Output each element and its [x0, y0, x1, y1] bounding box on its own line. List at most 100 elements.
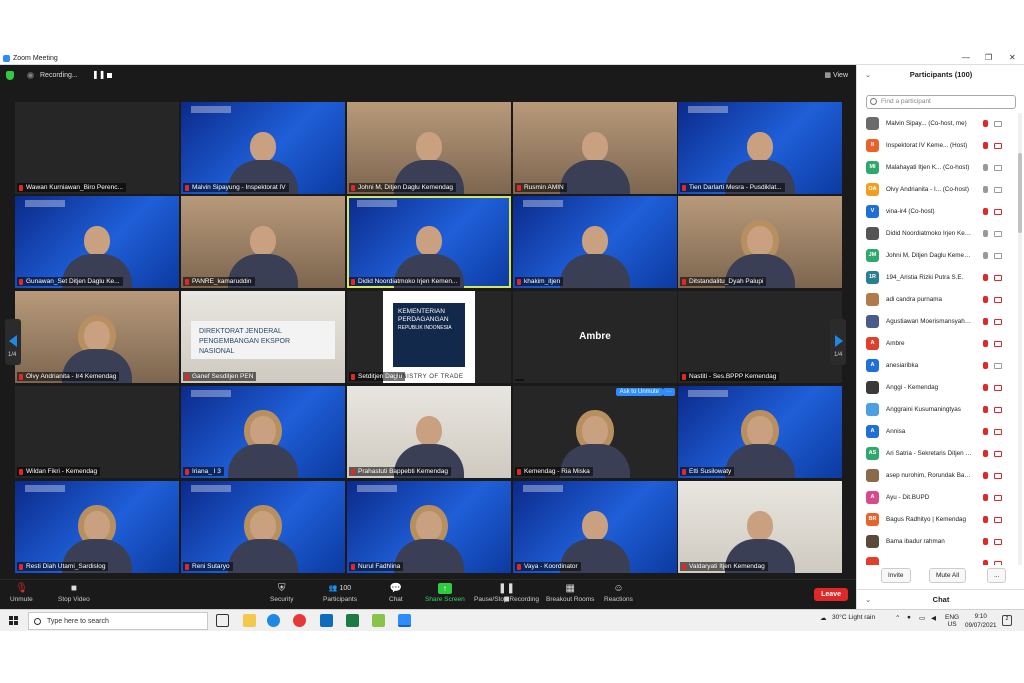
- video-tile[interactable]: Prahastuti Bappebti Kemendag: [347, 386, 511, 478]
- video-tile[interactable]: khakim_itjen: [513, 196, 677, 288]
- video-tile[interactable]: Tien Darlarti Mesra - Pusdiklat...: [678, 102, 842, 194]
- more-options-button[interactable]: ...: [987, 568, 1007, 583]
- participant-row[interactable]: Anggi - Kemendag: [857, 377, 1017, 399]
- network-icon[interactable]: ▭: [919, 614, 925, 622]
- participant-row[interactable]: MI Malahayati Itjen K... (Co-host): [857, 157, 1017, 179]
- video-tile[interactable]: Wawan Kurniawan_Biro Perenc...: [15, 102, 179, 194]
- stop-recording-icon[interactable]: [107, 73, 112, 78]
- close-icon[interactable]: ✕: [1009, 53, 1016, 62]
- video-tile[interactable]: Nurul Fadhlina: [347, 481, 511, 573]
- participants-button[interactable]: 👥 100 Participants: [323, 583, 357, 603]
- video-tile[interactable]: Reni Sutaryo: [181, 481, 345, 573]
- video-tile[interactable]: Rusmin AMIN: [513, 102, 677, 194]
- participant-row[interactable]: BR Bagus Radhityo | Kemendag: [857, 509, 1017, 531]
- participant-row[interactable]: Vvina-ir4 (Co-host): [857, 201, 1017, 223]
- participant-row[interactable]: asep nurohim, Rorundak Bappe...: [857, 465, 1017, 487]
- video-tile[interactable]: Nastiti - Ses.BPPP Kemendag: [678, 291, 842, 383]
- video-tile[interactable]: Resti Diah Utami_Sardislog: [15, 481, 179, 573]
- mic-muted-icon: [983, 472, 988, 479]
- shield-icon[interactable]: [6, 71, 14, 80]
- video-tile[interactable]: Gunawan_Set Ditjen Daglu Ke...: [15, 196, 179, 288]
- video-tile[interactable]: Ambre: [513, 291, 677, 383]
- mic-tray-icon[interactable]: ●: [907, 614, 911, 621]
- volume-icon[interactable]: ◀: [931, 614, 936, 622]
- mute-all-button[interactable]: Mute All: [929, 568, 967, 583]
- windows-start-icon[interactable]: [9, 616, 19, 626]
- language-indicator[interactable]: ENG US: [945, 614, 959, 628]
- video-tile[interactable]: Vaya - Koordinator: [513, 481, 677, 573]
- participant-video: [560, 132, 630, 194]
- scrollbar-thumb[interactable]: [1018, 153, 1022, 233]
- video-tile[interactable]: Ditstandalitu_Dyah Palupi: [678, 196, 842, 288]
- view-button[interactable]: ▦ View: [824, 71, 848, 79]
- task-view-icon[interactable]: [216, 614, 229, 627]
- video-tile[interactable]: Olvy Andrianita - Ir4 Kemendag: [15, 291, 179, 383]
- stop-video-button[interactable]: ■ Stop Video: [58, 583, 90, 603]
- next-page-button[interactable]: [830, 319, 846, 365]
- participant-row[interactable]: A Ayu - Dit.BUPD: [857, 487, 1017, 509]
- participant-row[interactable]: adi candra purnama: [857, 289, 1017, 311]
- video-tile[interactable]: Johni M, Ditjen Daglu Kemendag: [347, 102, 511, 194]
- taskbar-search-input[interactable]: Type here to search: [28, 612, 208, 630]
- participant-name: Annisa: [886, 428, 906, 435]
- view-label: View: [832, 72, 848, 79]
- participant-row[interactable]: AS Ari Satria - Sekretaris Ditjen PPI: [857, 443, 1017, 465]
- video-tile[interactable]: Ask to Unmute ··· Kemendag - Ria Miska: [513, 386, 677, 478]
- tile-name-label: Ganef Sesditjen PEN: [183, 372, 257, 381]
- chat-button[interactable]: 💬 Chat: [389, 583, 403, 603]
- ask-to-unmute-button[interactable]: Ask to Unmute: [615, 388, 663, 396]
- video-tile[interactable]: Iriana_ I 3: [181, 386, 345, 478]
- participant-row[interactable]: [857, 553, 1017, 565]
- unmute-button[interactable]: 🎙 Unmute: [10, 583, 33, 603]
- participant-row[interactable]: Agustiawan Moerismansyah Dit...: [857, 311, 1017, 333]
- pause-recording-icon[interactable]: ❚❚: [92, 70, 105, 79]
- zoom-taskbar-icon[interactable]: [398, 614, 411, 627]
- participant-row[interactable]: Malvin Sipay... (Co-host, me): [857, 113, 1017, 135]
- video-tile[interactable]: Etti Susilowaty: [678, 386, 842, 478]
- participant-row[interactable]: Bama ibadur rahman: [857, 531, 1017, 553]
- breakout-rooms-button[interactable]: ▦ Breakout Rooms: [546, 583, 594, 603]
- excel-icon[interactable]: [346, 614, 359, 627]
- leave-button[interactable]: Leave: [814, 588, 848, 601]
- participant-search-input[interactable]: Find a participant: [866, 95, 1016, 109]
- file-explorer-icon[interactable]: [243, 614, 256, 627]
- share-screen-button[interactable]: ↑ Share Screen: [425, 583, 465, 603]
- participant-name: Anggraini Kusumaningtyas: [886, 406, 961, 413]
- tile-more-button[interactable]: ···: [663, 388, 675, 396]
- video-tile[interactable]: Malvin Sipayung - Inspektorat IV: [181, 102, 345, 194]
- video-tile[interactable]: Valdaryati Itjen Kemendag: [678, 481, 842, 573]
- video-tile[interactable]: PANRE_kamaruddin: [181, 196, 345, 288]
- video-tile[interactable]: Didid Noordiatmoko Irjen Kemen...: [347, 196, 511, 288]
- video-tile[interactable]: DIREKTORAT JENDERAL PENGEMBANGAN EKSPOR …: [181, 291, 345, 383]
- reactions-button[interactable]: ☺ Reactions: [604, 583, 633, 603]
- participant-row[interactable]: A Annisa: [857, 421, 1017, 443]
- participant-row[interactable]: Anggraini Kusumaningtyas: [857, 399, 1017, 421]
- video-tile[interactable]: KEMENTERIAN PERDAGANGAN REPUBLIK INDONESIA…: [347, 291, 511, 383]
- video-tile[interactable]: Wildan Fikri - Kemendag: [15, 386, 179, 478]
- mail-icon[interactable]: [320, 614, 333, 627]
- chrome-browser-icon[interactable]: [293, 614, 306, 627]
- participant-row[interactable]: JM Johni M, Ditjen Daglu Kemendag: [857, 245, 1017, 267]
- edge-browser-icon[interactable]: [267, 614, 280, 627]
- participant-row[interactable]: 1R 194_Aristia Rizki Putra S.E.: [857, 267, 1017, 289]
- minimize-icon[interactable]: —: [962, 53, 970, 62]
- participant-row[interactable]: OA Olvy Andrianita - I... (Co-host): [857, 179, 1017, 201]
- maximize-icon[interactable]: ❐: [985, 53, 992, 62]
- system-clock[interactable]: 9:10 09/07/2021: [965, 612, 997, 630]
- security-button[interactable]: ⛨ Security: [270, 583, 293, 603]
- chevron-down-icon[interactable]: ⌄: [865, 595, 871, 604]
- prev-page-button[interactable]: [5, 319, 21, 365]
- chat-panel-header[interactable]: ⌄ Chat: [857, 589, 1024, 609]
- participant-list-scrollbar[interactable]: [1018, 113, 1022, 565]
- notification-icon[interactable]: 2: [1002, 615, 1012, 626]
- weather-label[interactable]: 30°C Light rain: [832, 614, 875, 621]
- chevron-up-icon[interactable]: ⌃: [895, 614, 900, 622]
- stack-app-icon[interactable]: [372, 614, 385, 627]
- participant-row[interactable]: Didid Noordiatmoko Irjen Kem...: [857, 223, 1017, 245]
- participant-row[interactable]: Aanesiaribka: [857, 355, 1017, 377]
- pause-recording-button[interactable]: ❚❚ ■ Pause/Stop Recording: [474, 583, 539, 605]
- invite-button[interactable]: Invite: [881, 568, 911, 583]
- cloud-rain-icon[interactable]: ☁: [820, 614, 827, 622]
- participant-row[interactable]: II Inspektorat IV Keme... (Host): [857, 135, 1017, 157]
- participant-row[interactable]: A Ambre: [857, 333, 1017, 355]
